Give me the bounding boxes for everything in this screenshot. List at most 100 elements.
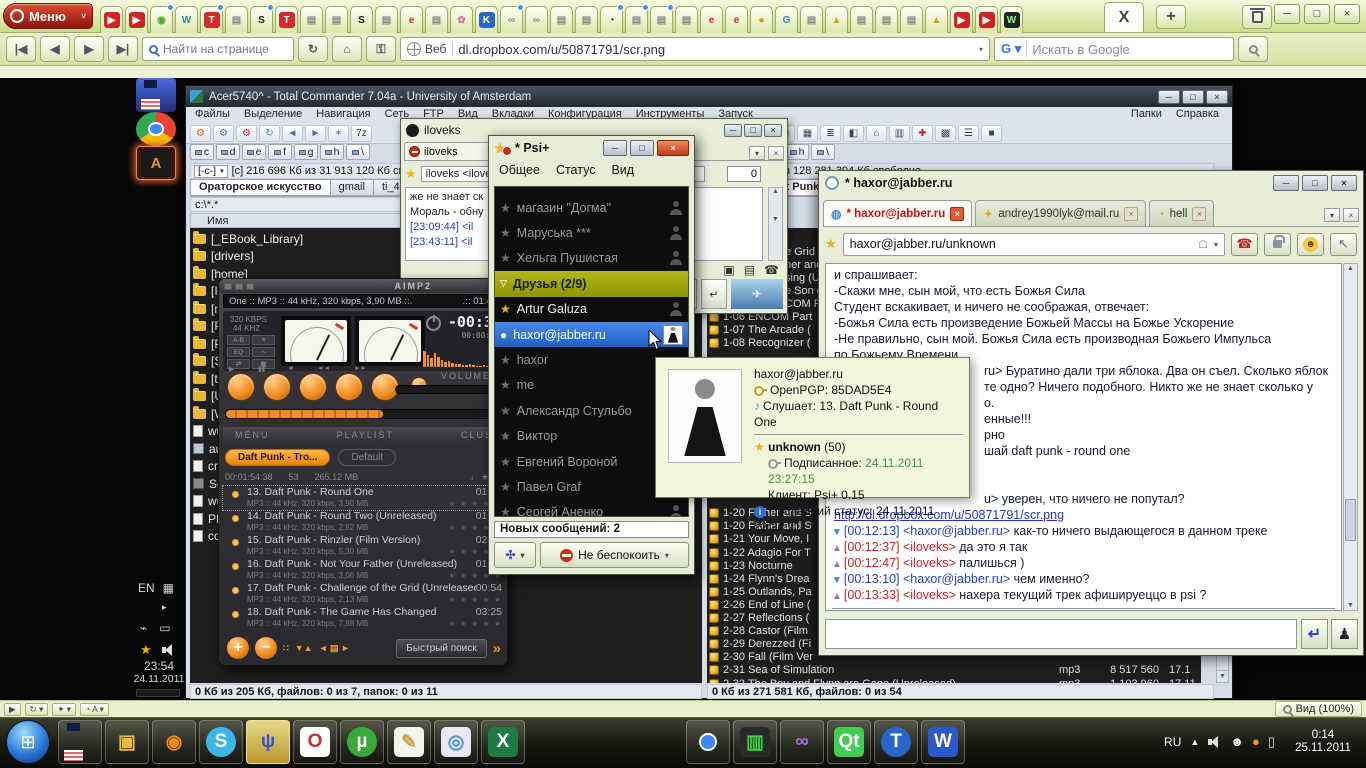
menu-item[interactable]: Статус: [556, 163, 596, 179]
window-control-button[interactable]: ─: [1158, 89, 1180, 104]
reload-button[interactable]: ↻: [298, 36, 328, 62]
browser-tab[interactable]: ▲: [925, 6, 948, 33]
find-on-page-input[interactable]: Найти на странице: [142, 37, 294, 61]
expand-button[interactable]: »: [493, 640, 501, 657]
browser-tab[interactable]: ▤: [425, 6, 448, 33]
window-control-button[interactable]: ×: [764, 123, 782, 137]
chevron-down-icon[interactable]: ▾: [1214, 240, 1218, 249]
web-search-input[interactable]: G ▾ Искать в Google: [994, 37, 1234, 61]
tab-close-button[interactable]: ×: [950, 206, 965, 221]
taskbar-button[interactable]: X: [481, 720, 525, 764]
language-indicator[interactable]: RU: [1164, 735, 1181, 749]
browser-tab[interactable]: S: [350, 6, 373, 33]
chat-tab[interactable]: ◍ * haxor@jabber.ru ×: [823, 200, 973, 226]
remove-button[interactable]: −: [255, 637, 277, 659]
taskbar-button[interactable]: ∞: [780, 720, 824, 764]
window-control-button[interactable]: ─: [1274, 4, 1300, 24]
account-menu-button[interactable]: ✣ ▾: [494, 542, 536, 568]
taskbar-button[interactable]: [58, 720, 102, 764]
menu-label[interactable]: MENU: [235, 430, 270, 440]
clock[interactable]: 0:14 25.11.2011: [1284, 729, 1362, 755]
mode-button[interactable]: ~: [252, 347, 275, 357]
toolbar-button[interactable]: ⚙: [190, 125, 211, 142]
zoom-control[interactable]: Вид (100%): [1274, 701, 1362, 717]
taskbar-button[interactable]: T: [874, 720, 918, 764]
home-button[interactable]: ⌂: [332, 36, 362, 62]
folder-tab[interactable]: Ораторское искусство: [190, 179, 330, 196]
browser-tab[interactable]: ▤: [375, 6, 398, 33]
menu-item[interactable]: Навигация: [309, 107, 377, 124]
toolbar-icon[interactable]: ▤: [744, 263, 755, 277]
drive-button[interactable]: d: [216, 144, 240, 160]
send-button[interactable]: ↵: [701, 279, 727, 309]
browser-tab[interactable]: e: [400, 6, 423, 33]
playlist-track[interactable]: 16. Daft Punk - Not Your Father (Unrelea…: [223, 558, 505, 582]
folder-tab[interactable]: gmail: [329, 179, 373, 196]
browser-tab[interactable]: ◔: [600, 4, 624, 33]
shuffle-button[interactable]: ∷: [283, 643, 289, 654]
browser-tab[interactable]: W: [175, 6, 198, 33]
window-control-button[interactable]: ─: [724, 123, 742, 137]
start-button[interactable]: ⊞: [6, 720, 50, 764]
menu-item[interactable]: Папки: [1124, 107, 1169, 124]
tab-list-button[interactable]: ▾: [749, 146, 765, 160]
window-control-button[interactable]: □: [744, 123, 762, 137]
roster-contact[interactable]: ★ Хельга Пушистая: [495, 246, 688, 271]
roster-contact[interactable]: ★ Artur Galuza: [495, 297, 688, 322]
toolbar-button[interactable]: ☰: [958, 125, 979, 142]
skin-button[interactable]: [246, 282, 254, 290]
window-control-button[interactable]: ×: [657, 140, 689, 156]
taskbar-button[interactable]: O: [293, 720, 337, 764]
menu-item[interactable]: Вид: [611, 163, 634, 179]
nav-button[interactable]: ▶: [74, 36, 104, 62]
scroll-up-arrow[interactable]: ▲: [1344, 265, 1357, 272]
toolbar-button[interactable]: ≣: [820, 125, 841, 142]
browser-tab[interactable]: ▶: [975, 6, 998, 33]
mode-button[interactable]: A-B: [227, 335, 250, 345]
nav-button[interactable]: ▶|: [108, 36, 138, 62]
browser-tab[interactable]: ✿: [450, 6, 473, 33]
new-messages-banner[interactable]: Новых сообщений: 2: [494, 521, 689, 538]
browser-tab[interactable]: ▤: [800, 6, 823, 33]
title-bar[interactable]: AIMP2: [219, 279, 507, 293]
tray-expand-arrow[interactable]: ▲: [1190, 737, 1199, 747]
chat-tab[interactable]: ✦ andrey1990lyk@mail.ru ×: [975, 200, 1147, 226]
new-tab-button[interactable]: +: [1156, 5, 1186, 29]
stop-button[interactable]: [299, 373, 327, 401]
browser-tab[interactable]: ▶: [950, 6, 973, 33]
send-button[interactable]: ↵: [1301, 619, 1328, 649]
drive-button[interactable]: g: [294, 144, 318, 160]
toolbar-button[interactable]: ◧: [843, 125, 864, 142]
tray-icon[interactable]: ☻: [1230, 734, 1244, 750]
taskbar-button[interactable]: W: [921, 720, 965, 764]
window-control-button[interactable]: □: [1182, 89, 1204, 104]
scrollbar[interactable]: ▲ ▼: [768, 187, 783, 261]
power-button[interactable]: [426, 316, 441, 331]
volume-slider[interactable]: [395, 385, 501, 394]
playlist-tab[interactable]: Default: [338, 449, 397, 466]
browser-tab[interactable]: K: [475, 6, 498, 33]
status-chip[interactable]: ▶: [4, 702, 21, 716]
pause-button[interactable]: [263, 373, 291, 401]
playlist-track[interactable]: 17. Daft Punk - Challenge of the Grid (U…: [223, 582, 505, 606]
status-chip[interactable]: ✦ ▾: [52, 702, 77, 716]
browser-tab[interactable]: ▤: [900, 6, 923, 33]
sort-button[interactable]: ▼▲: [295, 643, 313, 653]
title-bar[interactable]: * haxor@jabber.ru ─ □ ×: [819, 171, 1363, 195]
taskbar-button[interactable]: ◎: [434, 720, 478, 764]
browser-tab[interactable]: ▤: [850, 6, 873, 33]
browser-tab[interactable]: T: [200, 4, 224, 33]
tab-close-button[interactable]: ×: [1124, 206, 1139, 221]
drive-combo[interactable]: [-c-] ▾: [194, 164, 228, 178]
browser-tab[interactable]: ∞: [525, 6, 548, 33]
menu-item[interactable]: Справка: [1169, 107, 1226, 124]
taskbar-button[interactable]: ▣: [105, 720, 149, 764]
nav-button[interactable]: |◀: [6, 36, 36, 62]
title-bar[interactable]: ★ * Psi+ ─ □ ×: [489, 136, 694, 160]
contact-profile-button[interactable]: ♟: [1331, 619, 1358, 649]
quick-search-button[interactable]: Быстрый поиск: [396, 638, 487, 658]
prev-button[interactable]: [335, 373, 363, 401]
status-selector[interactable]: Не беспокоить ▾: [540, 542, 689, 568]
menu-item[interactable]: Общее: [499, 163, 540, 179]
taskbar-button[interactable]: ψ: [246, 720, 290, 764]
